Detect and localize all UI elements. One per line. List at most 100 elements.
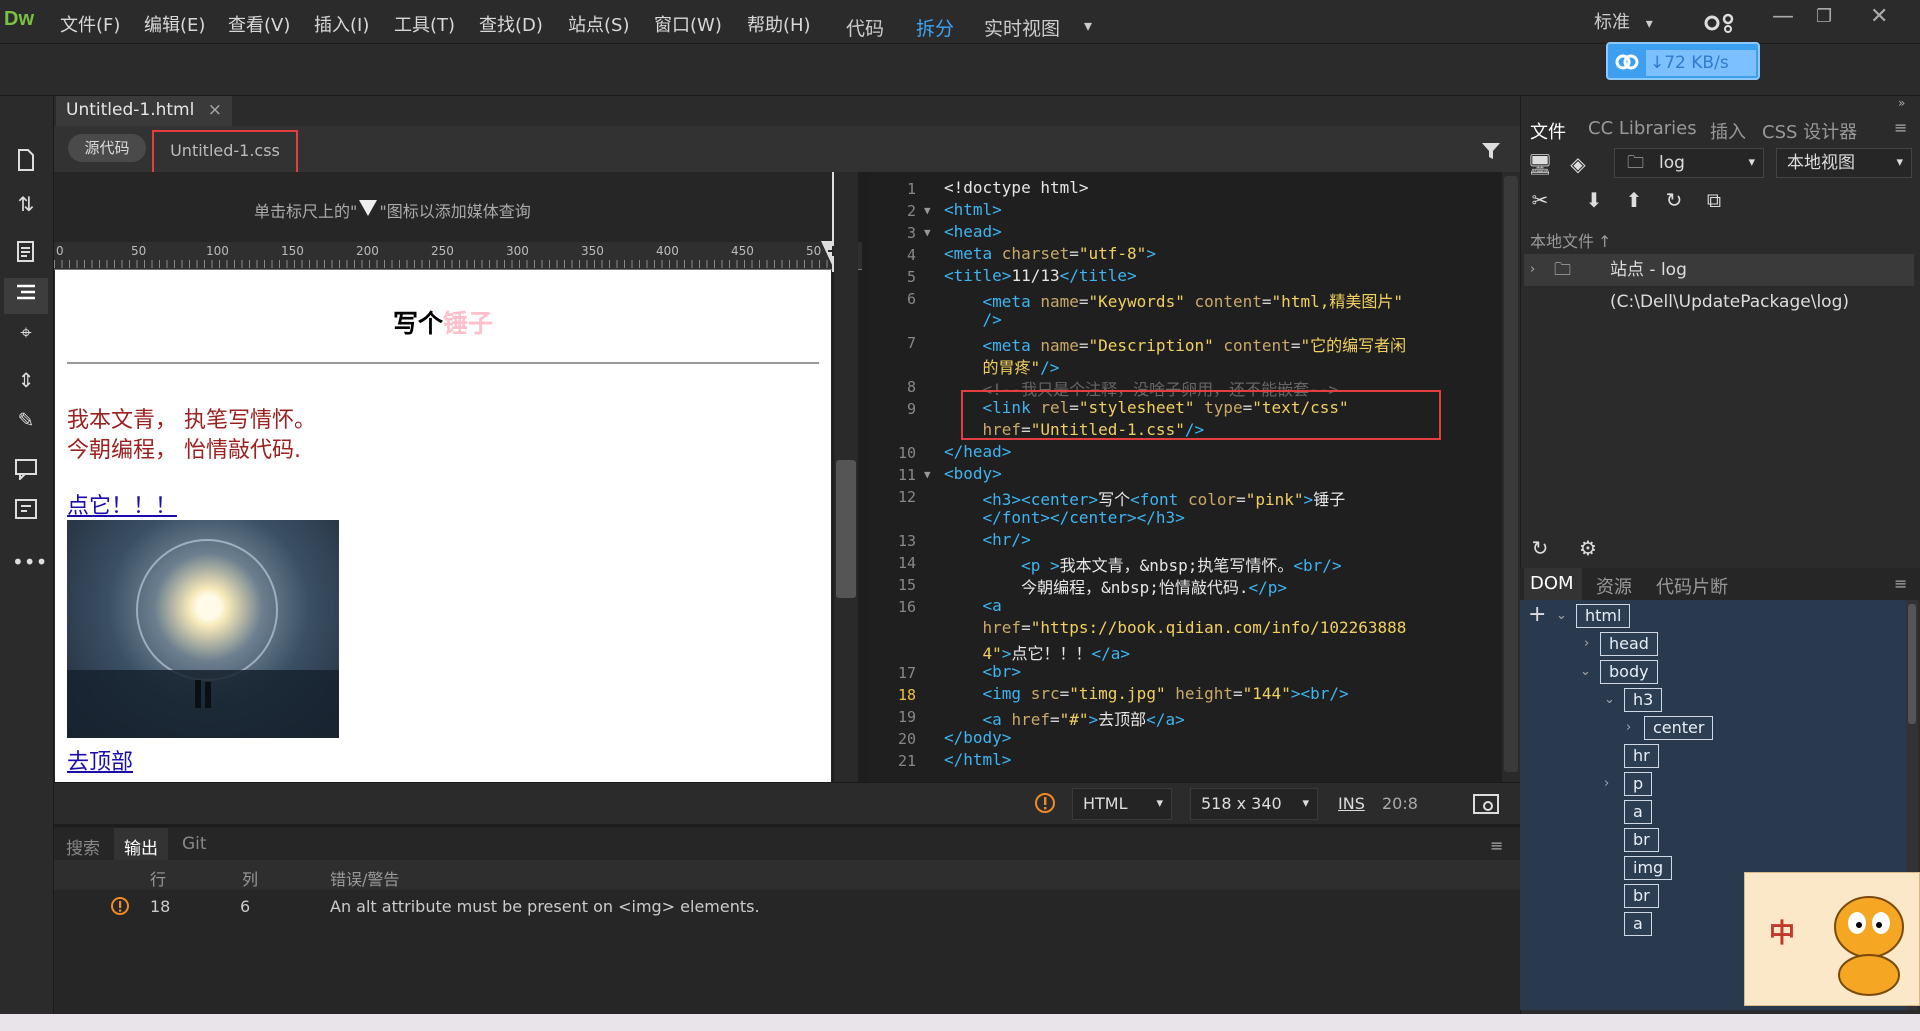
code-editor[interactable]: 1 <!doctype html> 2 ▼ <html> 3 ▼ <head> 4 … — [868, 172, 1502, 782]
sync-settings-icon[interactable] — [1702, 10, 1738, 34]
fold-icon[interactable]: ▼ — [924, 226, 931, 239]
expand-panel-icon[interactable]: ⧉ — [1700, 186, 1728, 214]
code-scroll-thumb[interactable] — [1504, 176, 1518, 772]
menu-file[interactable]: 文件(F) — [60, 11, 120, 37]
dom-node-a[interactable]: a — [1624, 912, 1652, 936]
dom-node-html[interactable]: html — [1576, 604, 1631, 628]
add-element-icon[interactable]: + — [1528, 602, 1546, 627]
new-file-icon[interactable] — [12, 148, 40, 176]
warning-icon[interactable] — [1034, 792, 1056, 814]
live-view-scroll-thumb[interactable] — [836, 460, 856, 598]
code-view-button[interactable]: 代码 — [846, 14, 884, 41]
qidian-link[interactable]: 点它！！！ — [67, 488, 177, 520]
dom-scroll-thumb[interactable] — [1908, 604, 1916, 724]
close-tab-icon[interactable]: × — [208, 100, 222, 120]
dom-node-img[interactable]: img — [1624, 856, 1673, 880]
error-message[interactable]: An alt attribute must be present on <img… — [330, 897, 760, 916]
brush-icon[interactable]: ✎ — [12, 406, 40, 434]
fold-icon[interactable]: ▼ — [924, 468, 931, 481]
view-select[interactable]: 本地视图 ▾ — [1776, 148, 1912, 178]
indent-icon[interactable] — [12, 282, 40, 310]
document-type-select[interactable]: HTML ▾ — [1072, 788, 1172, 820]
disconnect-icon[interactable]: ✂ — [1526, 186, 1554, 214]
chevron-right-icon[interactable]: › — [1626, 720, 1631, 735]
tab-css-designer[interactable]: CSS 设计器 — [1762, 118, 1857, 144]
document-tab[interactable]: Untitled-1.html × — [56, 96, 232, 126]
refresh-icon[interactable]: ↻ — [1526, 534, 1554, 562]
connect-server-icon[interactable]: 🖥 — [1526, 150, 1554, 178]
menu-edit[interactable]: 编辑(E) — [144, 11, 205, 37]
panel-menu-icon[interactable]: ≡ — [1490, 836, 1503, 855]
dom-node-center[interactable]: center — [1644, 716, 1714, 740]
dom-node-hr[interactable]: hr — [1624, 744, 1659, 768]
refresh-icon[interactable]: ↻ — [1660, 186, 1688, 214]
panel-menu-icon[interactable]: ≡ — [1894, 118, 1907, 137]
chevron-right-icon[interactable]: › — [1604, 776, 1609, 791]
css-file-link[interactable]: Untitled-1.css — [152, 130, 298, 176]
dom-node-br[interactable]: br — [1624, 828, 1659, 852]
back-to-top-link[interactable]: 去顶部 — [67, 744, 133, 776]
source-code-button[interactable]: 源代码 — [68, 134, 146, 162]
close-icon[interactable]: ✕ — [1870, 4, 1888, 29]
target-icon[interactable]: ⌖ — [12, 318, 40, 346]
ime-mascot[interactable]: 中 — [1744, 872, 1920, 1006]
put-files-icon[interactable]: ⬆ — [1620, 186, 1648, 214]
dom-node-h3[interactable]: h3 — [1624, 688, 1663, 712]
live-view-button[interactable]: 实时视图 — [984, 14, 1060, 41]
chevron-right-icon[interactable]: › — [1584, 636, 1589, 651]
snippet-icon[interactable] — [12, 498, 40, 526]
split-view-button[interactable]: 拆分 — [916, 14, 954, 41]
more-icon[interactable]: ••• — [12, 548, 47, 576]
restore-icon[interactable]: ❐ — [1816, 6, 1832, 27]
expand-icon[interactable]: ⇕ — [12, 366, 40, 394]
site-select[interactable]: 🗀 log ▾ — [1614, 148, 1764, 178]
document-list-icon[interactable] — [12, 240, 40, 268]
tab-assets[interactable]: 资源 — [1596, 573, 1632, 599]
horizontal-rule — [67, 362, 819, 364]
menu-view[interactable]: 查看(V) — [228, 11, 290, 37]
menu-insert[interactable]: 插入(I) — [314, 11, 369, 37]
dom-node-br[interactable]: br — [1624, 884, 1659, 908]
fold-icon[interactable]: ▼ — [924, 204, 931, 217]
dom-node-body[interactable]: body — [1600, 660, 1658, 684]
tab-output[interactable]: 输出 — [124, 834, 158, 859]
tab-cc-libraries[interactable]: CC Libraries — [1588, 118, 1697, 139]
dom-node-a[interactable]: a — [1624, 800, 1652, 824]
chevron-down-icon[interactable]: ⌄ — [1580, 664, 1591, 679]
chevron-down-icon[interactable]: ▾ — [1084, 16, 1092, 35]
sort-up-icon[interactable]: ↑ — [1598, 232, 1611, 251]
window-size-select[interactable]: 518 x 340 ▾ — [1190, 788, 1318, 820]
tab-files[interactable]: 文件 — [1530, 118, 1566, 144]
menu-find[interactable]: 查找(D) — [479, 11, 543, 37]
insert-mode-toggle[interactable]: INS — [1338, 794, 1365, 813]
dom-node-head[interactable]: head — [1600, 632, 1658, 656]
site-settings-icon[interactable]: ⚙ — [1574, 534, 1602, 562]
chevron-right-icon[interactable]: › — [1530, 254, 1535, 286]
chevron-down-icon[interactable]: ⌄ — [1604, 692, 1615, 707]
dom-node-p[interactable]: p — [1624, 772, 1653, 796]
ruler[interactable]: 0 50 100 150 200 250 300 350 400 450 50 — [54, 242, 862, 270]
code-line: <hr/> — [982, 530, 1031, 549]
tab-insert[interactable]: 插入 — [1710, 118, 1746, 144]
panel-menu-icon[interactable]: ≡ — [1894, 574, 1907, 593]
minimize-icon[interactable]: — — [1772, 4, 1794, 29]
preview-icon[interactable] — [1472, 792, 1500, 818]
menu-help[interactable]: 帮助(H) — [747, 11, 811, 37]
tab-dom[interactable]: DOM — [1530, 573, 1574, 594]
tab-search[interactable]: 搜索 — [66, 834, 100, 859]
workspace-switcher[interactable]: 标准 ▾ — [1594, 8, 1653, 34]
code-line: <br> — [982, 662, 1022, 681]
get-files-icon[interactable]: ⬇ — [1580, 186, 1608, 214]
site-root-row[interactable]: › 🗀 站点 - log (C:\Dell\UpdatePackage\log) — [1524, 254, 1914, 312]
git-icon[interactable]: ◈ — [1564, 150, 1592, 178]
chevron-down-icon[interactable]: ⌄ — [1556, 608, 1567, 623]
tab-snippets[interactable]: 代码片断 — [1656, 573, 1728, 599]
menu-tools[interactable]: 工具(T) — [394, 11, 455, 37]
tab-git[interactable]: Git — [182, 834, 207, 854]
menu-site[interactable]: 站点(S) — [568, 11, 629, 37]
menu-window[interactable]: 窗口(W) — [654, 11, 722, 37]
sort-arrows-icon[interactable]: ⇅ — [12, 190, 40, 218]
comment-icon[interactable] — [12, 458, 40, 486]
filter-icon[interactable] — [1480, 140, 1502, 162]
collapse-panel-icon[interactable]: » — [1898, 96, 1905, 110]
